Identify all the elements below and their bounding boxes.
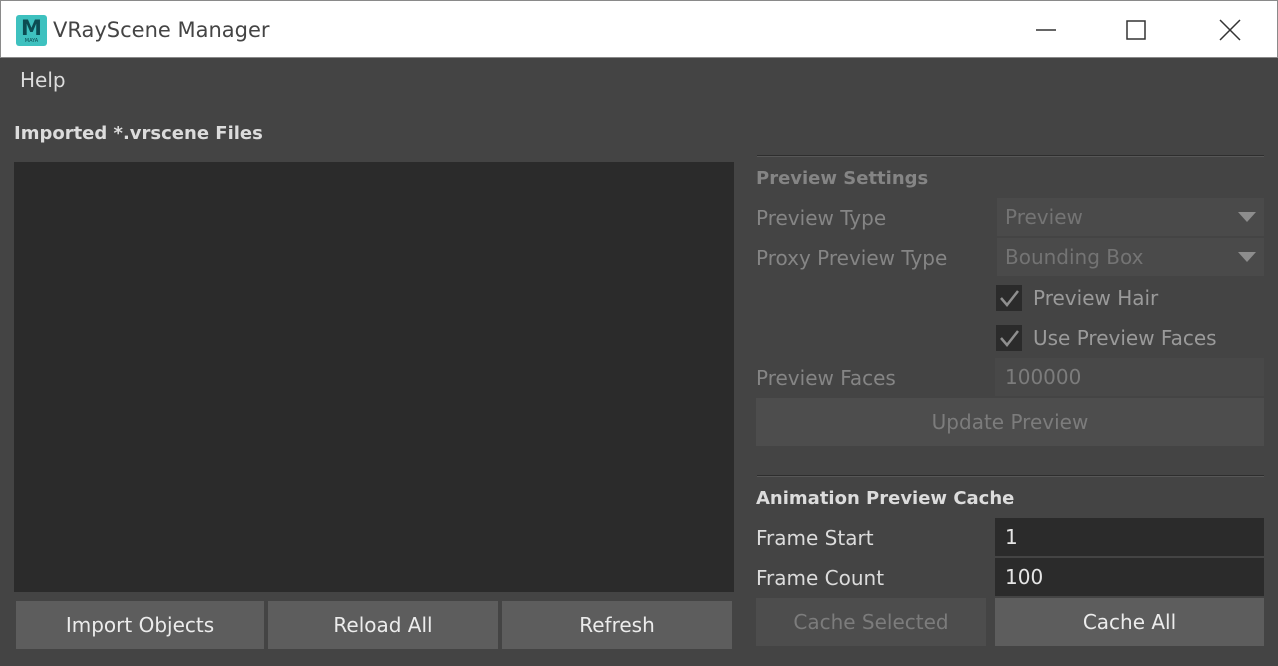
use-preview-faces-label: Use Preview Faces — [1033, 326, 1217, 350]
title-bar[interactable]: M MAYA VRayScene Manager — [0, 0, 1278, 58]
imported-files-list[interactable] — [14, 162, 734, 592]
proxy-preview-type-value: Bounding Box — [1005, 245, 1144, 269]
frame-start-field[interactable]: 1 — [995, 518, 1264, 556]
close-button[interactable] — [1185, 1, 1275, 58]
frame-start-label: Frame Start — [756, 526, 874, 550]
minimize-icon — [1036, 28, 1056, 31]
window-title: VRayScene Manager — [53, 18, 270, 42]
menu-help[interactable]: Help — [20, 68, 66, 92]
proxy-preview-type-dropdown[interactable]: Bounding Box — [997, 238, 1264, 276]
check-icon — [1000, 290, 1019, 307]
animation-cache-title: Animation Preview Cache — [756, 488, 1015, 509]
maya-icon: M MAYA — [16, 15, 47, 46]
frame-count-label: Frame Count — [756, 566, 885, 590]
check-icon — [1000, 330, 1019, 347]
preview-faces-field[interactable]: 100000 — [995, 358, 1264, 396]
use-preview-faces-checkbox[interactable] — [996, 325, 1022, 351]
frame-count-field[interactable]: 100 — [995, 558, 1264, 596]
preview-hair-checkbox[interactable] — [996, 285, 1022, 311]
imported-files-label: Imported *.vrscene Files — [14, 123, 263, 144]
minimize-button[interactable] — [1001, 1, 1091, 58]
maximize-button[interactable] — [1091, 1, 1181, 58]
reload-all-button[interactable]: Reload All — [268, 601, 498, 649]
menu-bar — [0, 58, 1278, 102]
chevron-down-icon — [1238, 252, 1256, 262]
preview-hair-label: Preview Hair — [1033, 286, 1159, 310]
update-preview-button[interactable]: Update Preview — [756, 398, 1264, 446]
animation-cache-separator — [757, 475, 1264, 477]
preview-settings-title: Preview Settings — [756, 168, 929, 189]
maximize-icon — [1126, 19, 1146, 40]
preview-type-label: Preview Type — [756, 206, 887, 230]
maya-icon-caption: MAYA — [24, 37, 39, 44]
vrayscene-manager-window: M MAYA VRayScene Manager Help Imported *… — [0, 0, 1278, 666]
proxy-preview-type-label: Proxy Preview Type — [756, 246, 948, 270]
refresh-button[interactable]: Refresh — [502, 601, 732, 649]
preview-faces-label: Preview Faces — [756, 366, 896, 390]
preview-type-value: Preview — [1005, 205, 1083, 229]
import-objects-button[interactable]: Import Objects — [16, 601, 264, 649]
cache-all-button[interactable]: Cache All — [995, 598, 1264, 646]
cache-selected-button[interactable]: Cache Selected — [756, 598, 986, 646]
maya-icon-letter: M — [21, 15, 42, 40]
close-icon — [1219, 18, 1241, 41]
preview-settings-separator — [757, 155, 1264, 157]
preview-type-dropdown[interactable]: Preview — [997, 198, 1264, 236]
chevron-down-icon — [1238, 212, 1256, 222]
